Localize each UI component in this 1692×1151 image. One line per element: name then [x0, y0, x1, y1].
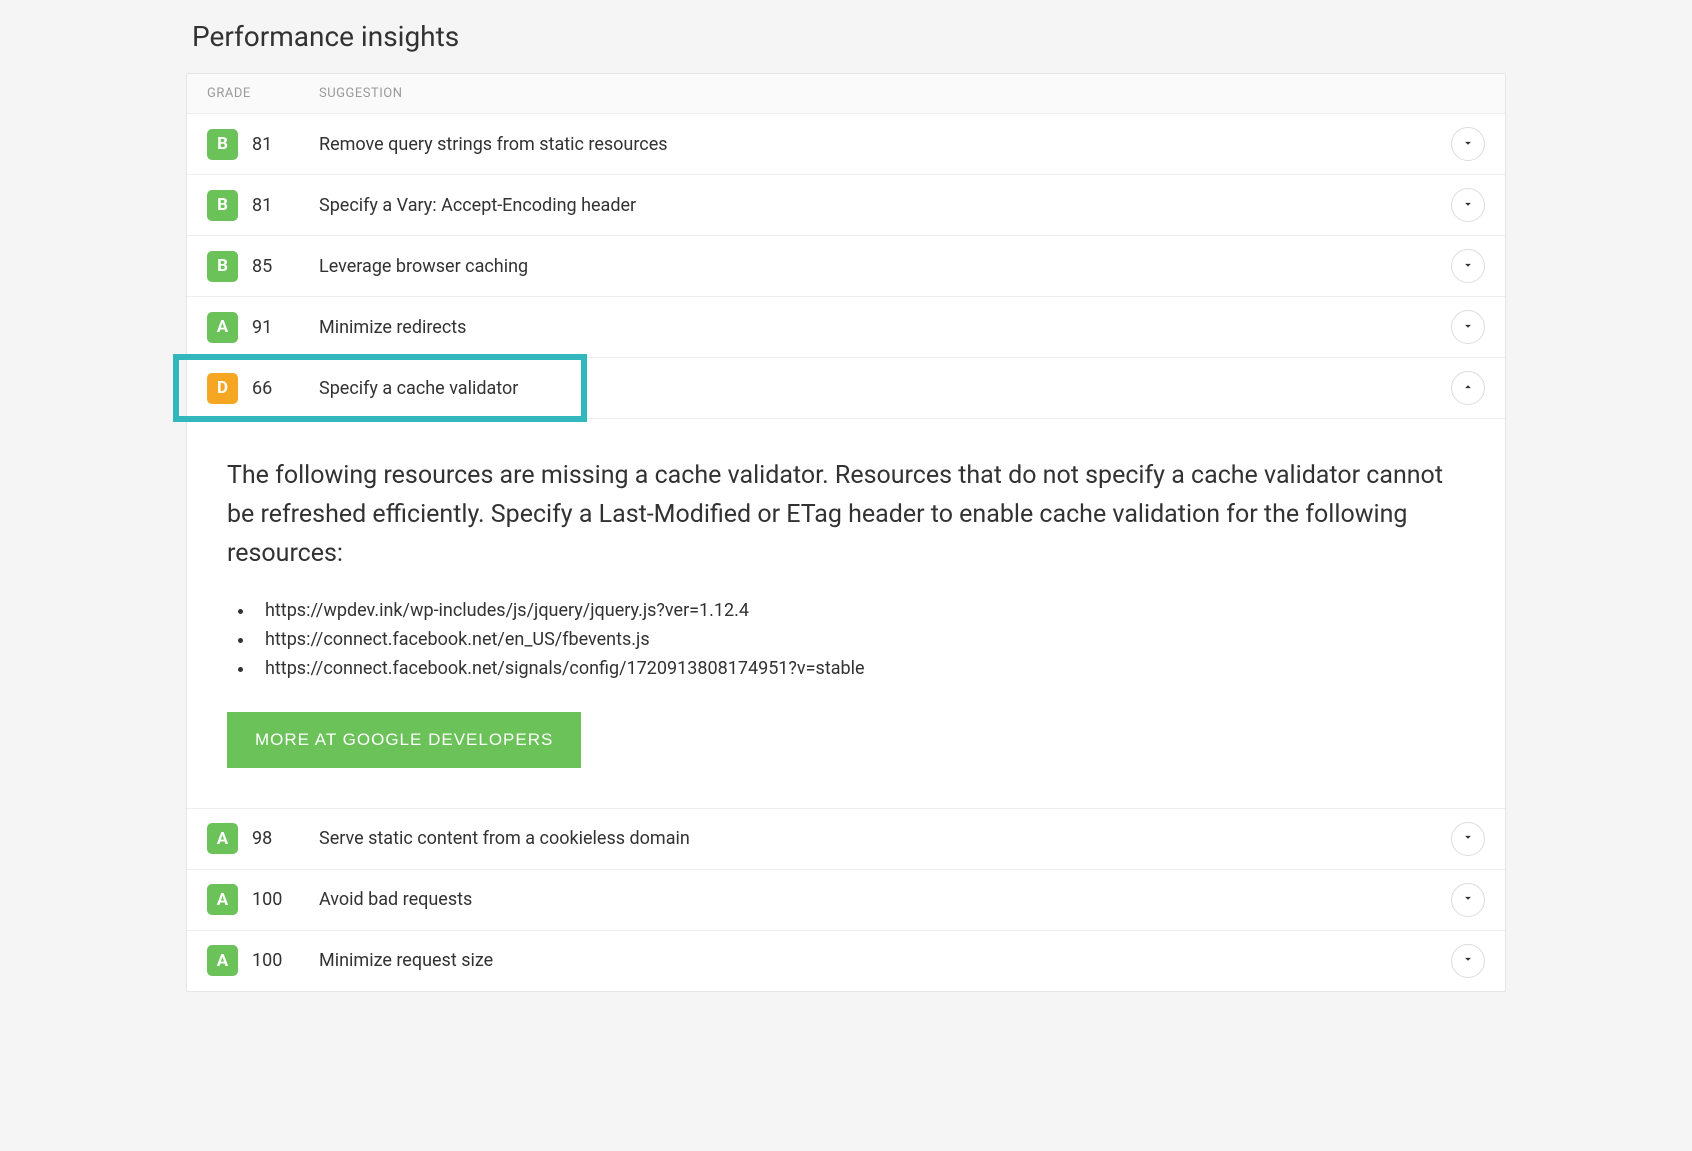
suggestion-text: Avoid bad requests — [319, 889, 1451, 910]
grade-cell: A 100 — [207, 945, 319, 976]
expand-button[interactable] — [1451, 249, 1485, 283]
grade-score: 91 — [252, 317, 272, 338]
expand-button[interactable] — [1451, 944, 1485, 978]
suggestion-text: Minimize request size — [319, 950, 1451, 971]
details-resource-item: https://wpdev.ink/wp-includes/js/jquery/… — [255, 597, 1465, 626]
expand-button[interactable] — [1451, 883, 1485, 917]
table-row[interactable]: B 85 Leverage browser caching — [187, 236, 1505, 297]
grade-badge: A — [207, 823, 238, 854]
chevron-down-icon — [1461, 318, 1475, 337]
details-resource-list: https://wpdev.ink/wp-includes/js/jquery/… — [227, 597, 1465, 683]
chevron-down-icon — [1461, 135, 1475, 154]
grade-badge: A — [207, 312, 238, 343]
grade-score: 100 — [252, 950, 282, 971]
more-at-google-button[interactable]: MORE AT GOOGLE DEVELOPERS — [227, 712, 581, 768]
performance-insights-panel: Performance insights GRADE SUGGESTION B8… — [186, 20, 1506, 992]
grade-badge: D — [207, 373, 238, 404]
chevron-down-icon — [1461, 829, 1475, 848]
chevron-down-icon — [1461, 951, 1475, 970]
page-title: Performance insights — [192, 20, 1506, 53]
table-row[interactable]: D 66 Specify a cache validator — [187, 358, 1505, 419]
grade-score: 81 — [252, 134, 272, 155]
grade-score: 100 — [252, 889, 282, 910]
grade-score: 81 — [252, 195, 272, 216]
suggestion-text: Specify a cache validator — [319, 378, 1451, 399]
collapse-button[interactable] — [1451, 371, 1485, 405]
details-description: The following resources are missing a ca… — [227, 457, 1465, 573]
expand-button[interactable] — [1451, 188, 1485, 222]
details-resource-item: https://connect.facebook.net/en_US/fbeve… — [255, 626, 1465, 655]
expand-button[interactable] — [1451, 822, 1485, 856]
grade-score: 85 — [252, 256, 272, 277]
chevron-down-icon — [1461, 890, 1475, 909]
insights-table: GRADE SUGGESTION B 81 Remove query strings… — [186, 73, 1506, 992]
details-resource-item: https://connect.facebook.net/signals/con… — [255, 655, 1465, 684]
table-row[interactable]: A 91 Minimize redirects — [187, 297, 1505, 358]
grade-cell: B 81 — [207, 190, 319, 221]
grade-cell: B 85 — [207, 251, 319, 282]
grade-score: 66 — [252, 378, 272, 399]
table-row[interactable]: B 81 Remove query strings from static reso… — [187, 114, 1505, 175]
grade-badge: B — [207, 190, 238, 221]
chevron-down-icon — [1461, 257, 1475, 276]
grade-badge: A — [207, 945, 238, 976]
suggestion-text: Minimize redirects — [319, 317, 1451, 338]
table-row[interactable]: A 100 Avoid bad requests — [187, 870, 1505, 931]
table-row[interactable]: A 100 Minimize request size — [187, 931, 1505, 991]
grade-score: 98 — [252, 828, 272, 849]
table-header: GRADE SUGGESTION — [187, 74, 1505, 114]
suggestion-text: Leverage browser caching — [319, 256, 1451, 277]
header-suggestion: SUGGESTION — [319, 86, 402, 101]
grade-badge: B — [207, 129, 238, 160]
row-details: The following resources are missing a ca… — [187, 419, 1505, 809]
chevron-up-icon — [1461, 379, 1475, 398]
table-row[interactable]: A 98 Serve static content from a cookieles… — [187, 809, 1505, 870]
suggestion-text: Serve static content from a cookieless d… — [319, 828, 1451, 849]
table-row[interactable]: B 81 Specify a Vary: Accept-Encoding heade… — [187, 175, 1505, 236]
grade-badge: A — [207, 884, 238, 915]
grade-cell: D 66 — [207, 373, 319, 404]
grade-cell: A 91 — [207, 312, 319, 343]
header-grade: GRADE — [207, 86, 319, 101]
expand-button[interactable] — [1451, 310, 1485, 344]
chevron-down-icon — [1461, 196, 1475, 215]
grade-cell: B 81 — [207, 129, 319, 160]
suggestion-text: Remove query strings from static resourc… — [319, 134, 1451, 155]
expand-button[interactable] — [1451, 127, 1485, 161]
grade-cell: A 98 — [207, 823, 319, 854]
rows-container: B 81 Remove query strings from static reso… — [187, 114, 1505, 991]
grade-badge: B — [207, 251, 238, 282]
grade-cell: A 100 — [207, 884, 319, 915]
suggestion-text: Specify a Vary: Accept-Encoding header — [319, 195, 1451, 216]
